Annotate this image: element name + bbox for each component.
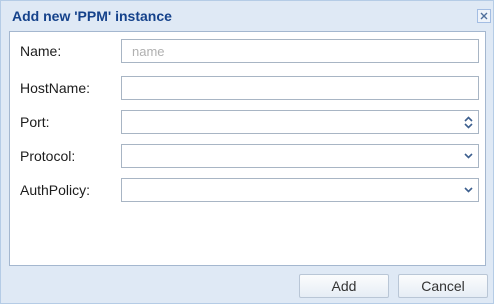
protocol-row: Protocol:: [10, 144, 485, 168]
authpolicy-input[interactable]: [122, 179, 478, 201]
chevron-down-icon: [464, 153, 473, 159]
name-input[interactable]: [122, 40, 478, 62]
add-button[interactable]: Add: [299, 274, 389, 298]
protocol-combo[interactable]: [121, 144, 479, 168]
hostname-label: HostName:: [20, 80, 91, 96]
name-row: Name:: [10, 39, 485, 63]
port-field-box: [121, 110, 479, 134]
add-instance-dialog: Add new 'PPM' instance Name: HostName: P…: [0, 0, 494, 304]
dialog-title: Add new 'PPM' instance: [12, 8, 172, 24]
port-row: Port:: [10, 110, 485, 134]
protocol-dropdown-trigger[interactable]: [459, 145, 478, 167]
form-panel: Name: HostName: Port:: [9, 31, 486, 266]
port-spinner[interactable]: [459, 111, 478, 133]
port-input[interactable]: [122, 111, 478, 133]
hostname-input[interactable]: [122, 77, 478, 99]
name-label: Name:: [20, 43, 62, 59]
chevron-down-icon[interactable]: [464, 122, 473, 129]
close-button[interactable]: [477, 9, 491, 23]
close-icon: [480, 12, 488, 20]
chevron-down-icon: [464, 187, 473, 193]
dialog-footer: Add Cancel: [1, 267, 493, 303]
hostname-field-box: [121, 76, 479, 100]
cancel-button[interactable]: Cancel: [398, 274, 488, 298]
protocol-input[interactable]: [122, 145, 478, 167]
hostname-row: HostName:: [10, 76, 485, 100]
dialog-titlebar[interactable]: Add new 'PPM' instance: [1, 1, 493, 31]
name-field-box: [121, 39, 479, 63]
chevron-up-icon[interactable]: [464, 115, 473, 122]
protocol-label: Protocol:: [20, 148, 76, 164]
port-label: Port:: [20, 114, 50, 130]
authpolicy-dropdown-trigger[interactable]: [459, 179, 478, 201]
authpolicy-combo[interactable]: [121, 178, 479, 202]
authpolicy-row: AuthPolicy:: [10, 178, 485, 202]
authpolicy-label: AuthPolicy:: [20, 182, 91, 198]
